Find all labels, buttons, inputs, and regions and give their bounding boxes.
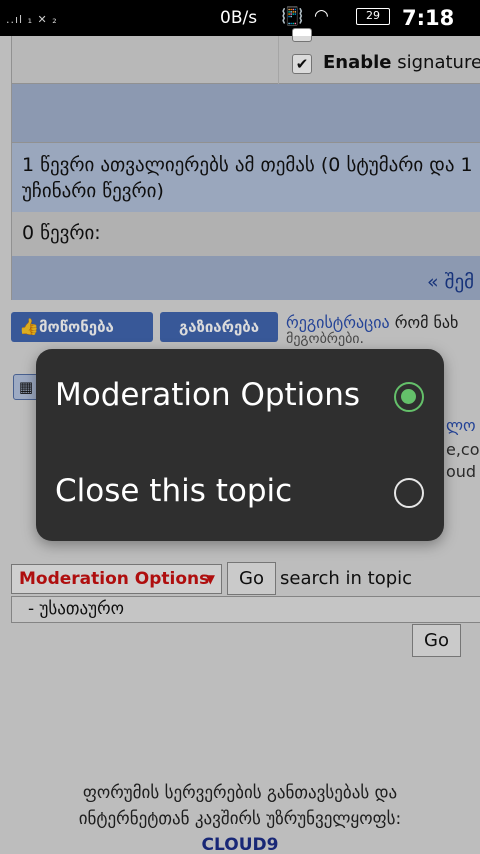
online-users-text: 1 წევრი ათვალიერებს ამ თემას (0 სტუმარი … bbox=[12, 142, 480, 212]
moderation-select-label: Moderation Options bbox=[19, 569, 210, 589]
pagination-row bbox=[12, 256, 480, 300]
enable-signature-rest: signature? bbox=[397, 52, 480, 73]
option-label: Moderation Options bbox=[55, 377, 361, 413]
previous-page-link[interactable]: « შემ bbox=[427, 271, 474, 293]
hidden-text-1: e,com bbox=[446, 440, 480, 459]
vibrate-icon: 📳 bbox=[281, 6, 304, 27]
register-line2: მეგობრები. bbox=[286, 331, 365, 347]
facebook-like-label: მოწონება bbox=[39, 318, 114, 336]
hidden-text-2: oud bbox=[446, 462, 477, 481]
hidden-link[interactable]: ლო S bbox=[446, 416, 480, 435]
topic-select[interactable]: - უსათაურო bbox=[11, 596, 480, 623]
topic-table: ✔ Enable signature? 1 წევრი ათვალიერებს … bbox=[11, 28, 480, 300]
cell-divider bbox=[278, 36, 279, 84]
clock-time: 7:18 bbox=[402, 6, 455, 30]
option-label: Close this topic bbox=[55, 473, 293, 509]
footer: ფორუმის სერვერების განთავსებას და ინტერნ… bbox=[0, 780, 480, 854]
footer-line1: ფორუმის სერვერების განთავსებას და bbox=[82, 783, 398, 803]
wifi-icon: ◠ bbox=[314, 6, 329, 26]
enable-signature-bold: Enable bbox=[323, 52, 392, 73]
dropdown-arrow-icon: ▼ bbox=[205, 572, 215, 586]
radio-selected-icon[interactable] bbox=[394, 382, 424, 412]
search-in-topic-label[interactable]: search in topic bbox=[280, 568, 412, 589]
thumbs-up-icon: 👍 bbox=[19, 317, 39, 336]
enable-signature-label: Enable signature? bbox=[323, 52, 480, 73]
battery-icon: 29 bbox=[356, 8, 390, 25]
moderation-options-dialog: Moderation Options Close this topic bbox=[36, 349, 444, 541]
moderation-options-select[interactable]: Moderation Options ▼ bbox=[11, 564, 222, 594]
signature-row: ✔ Enable signature? bbox=[12, 28, 480, 84]
checkbox-prev[interactable] bbox=[292, 28, 312, 42]
moderation-go-button[interactable]: Go bbox=[227, 562, 276, 595]
footer-line2: ინტერნეტთან კავშირს უზრუნველყოფს: bbox=[78, 809, 402, 829]
option-close-topic[interactable]: Close this topic bbox=[36, 445, 444, 541]
register-rest: რომ ნახ bbox=[389, 313, 459, 332]
radio-unselected-icon[interactable] bbox=[394, 478, 424, 508]
facebook-like-button[interactable]: 👍მოწონება bbox=[11, 312, 153, 342]
network-speed: 0B/s bbox=[220, 8, 258, 28]
option-moderation-options[interactable]: Moderation Options bbox=[36, 349, 444, 445]
radio-dot bbox=[401, 389, 416, 404]
reply-button-row bbox=[12, 84, 480, 142]
enable-signature-checkbox[interactable]: ✔ bbox=[292, 54, 312, 74]
status-bar: ..ıl ₁ ✕ ₂ 0B/s 📳 ◠ 29 7:18 PM bbox=[0, 0, 480, 53]
topic-go-button[interactable]: Go bbox=[412, 624, 461, 657]
register-text: რეგისტრაცია რომ ნახ მეგობრები. bbox=[286, 313, 458, 349]
footer-brand-link[interactable]: CLOUD9 bbox=[0, 832, 480, 854]
facebook-share-button[interactable]: გაზიარება bbox=[160, 312, 278, 342]
members-count: 0 წევრი: bbox=[12, 212, 480, 256]
signal-icon: ..ıl ₁ ✕ ₂ bbox=[6, 13, 58, 26]
